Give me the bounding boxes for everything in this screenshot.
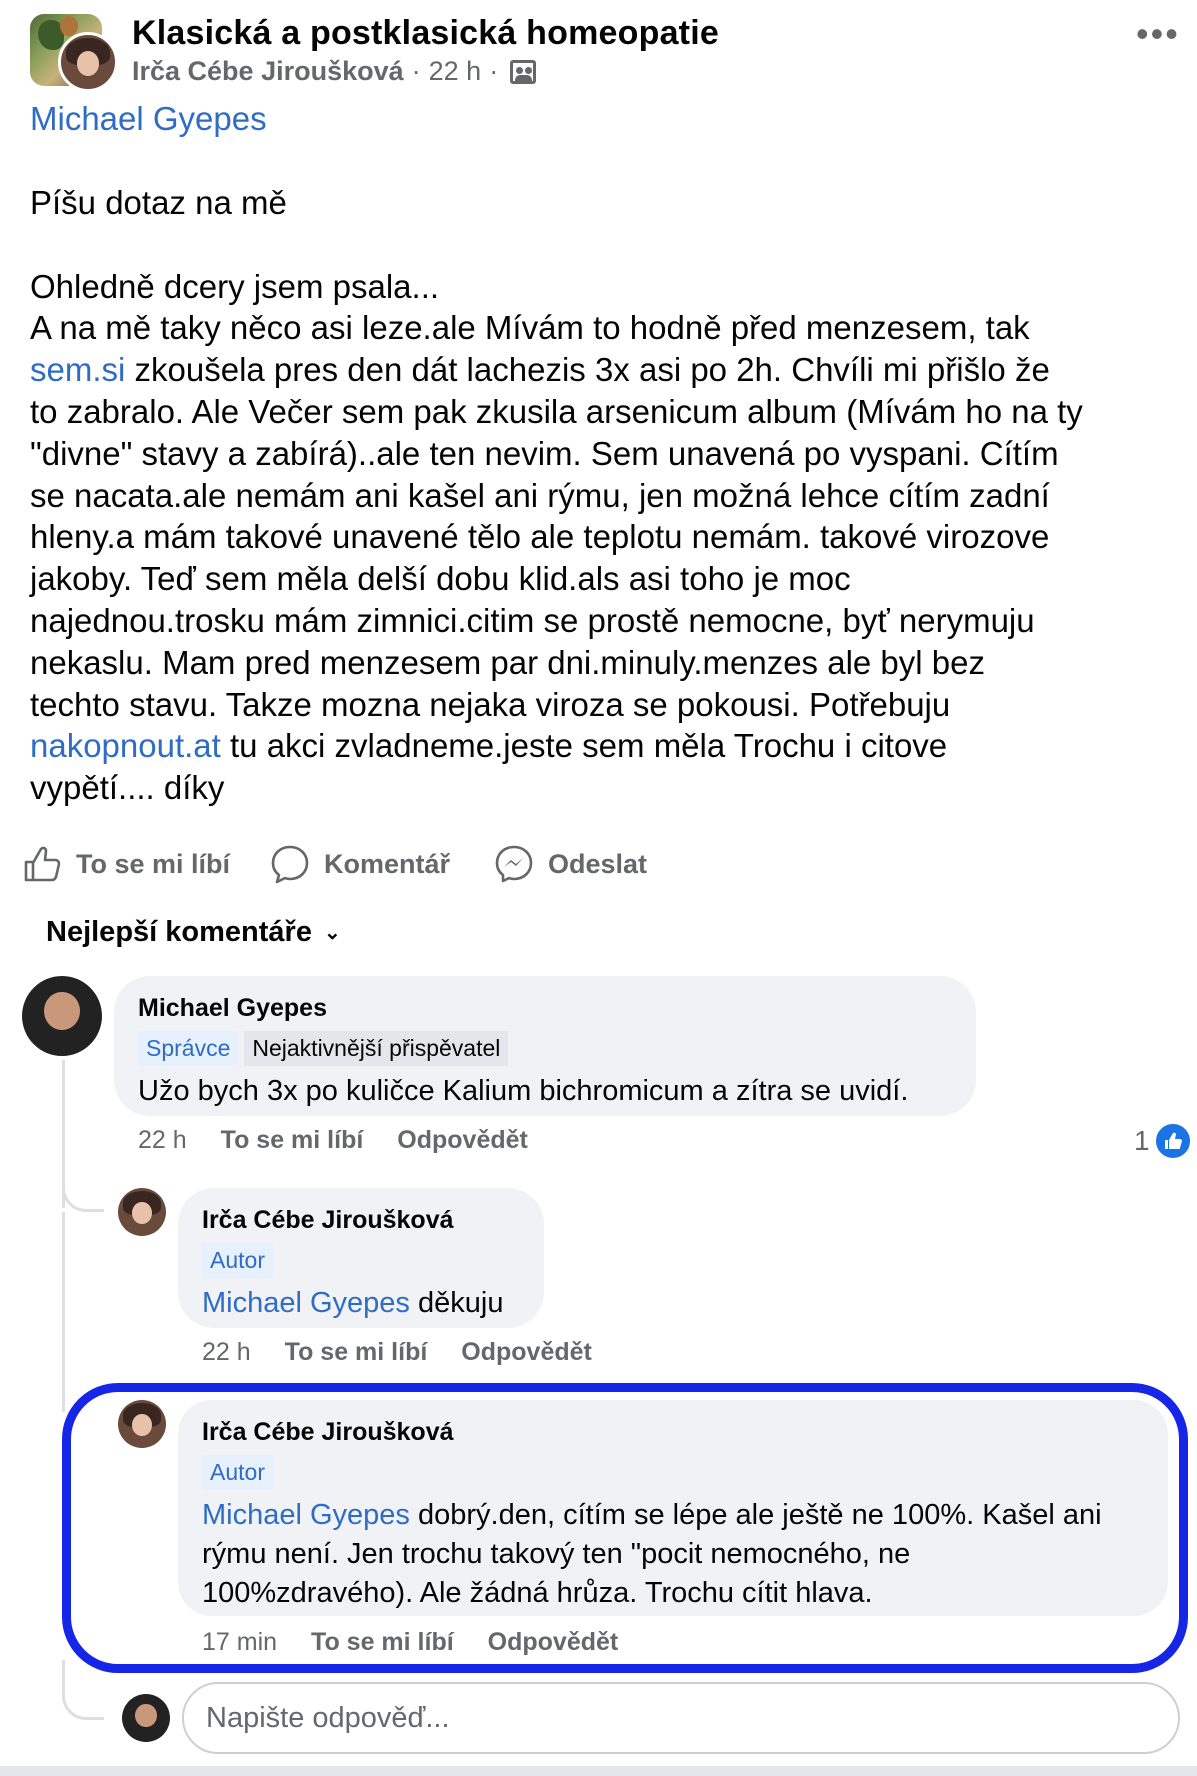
comment-mention[interactable]: Michael Gyepes (202, 1499, 410, 1531)
commenter-avatar[interactable] (118, 1188, 166, 1236)
reaction-count: 1 (1134, 1125, 1150, 1156)
post-text: techto stavu. Takze mozna nejaka viroza … (30, 685, 951, 723)
comments-filter-label: Nejlepší komentáře (46, 916, 312, 948)
messenger-icon (495, 845, 533, 883)
top-contributor-badge: Nejaktivnější přispěvatel (244, 1031, 509, 1066)
thread-connector (62, 1176, 104, 1212)
thumbs-up-icon (24, 846, 61, 882)
post-text-line: nekaslu. Mam pred menzesem par dni.minul… (30, 642, 1180, 684)
comment-like-button[interactable]: To se mi líbí (221, 1126, 364, 1155)
post-text-line: nakopnout.at tu akci zvladneme.jeste sem… (30, 725, 1180, 767)
comment-reply-button[interactable]: Odpovědět (461, 1338, 592, 1367)
commenter-avatar[interactable] (118, 1400, 166, 1448)
author-name[interactable]: Irča Cébe Jiroušková (132, 56, 404, 87)
comment-bubble: Irča Cébe Jiroušková Autor Michael Gyepe… (178, 1400, 1168, 1616)
post-text-line: jakoby. Teď sem měla delší dobu klid.als… (30, 558, 1180, 600)
admin-badge: Správce (138, 1031, 239, 1066)
post-text-line: Ohledně dcery jsem psala... (30, 266, 1180, 308)
post-text-line: Píšu dotaz na mě (30, 182, 1180, 224)
comment-bubble: Michael Gyepes Správce Nejaktivnější při… (114, 976, 976, 1116)
reply-input[interactable]: Napište odpověď... (182, 1682, 1180, 1754)
comment-text: Michael Gyepes děkuju (202, 1284, 520, 1323)
thread-line (62, 1212, 65, 1412)
post-time[interactable]: 22 h (429, 56, 482, 87)
comment-reply-button[interactable]: Odpovědět (488, 1628, 619, 1657)
post-text: A na mě taky něco asi leze.ale Mívám to … (30, 309, 1030, 347)
thread-connector (62, 1686, 104, 1720)
post-text: Ohledně dcery jsem psala... (30, 267, 440, 305)
post-text-line: sem.si zkoušela pres den dát lachezis 3x… (30, 349, 1180, 391)
chevron-down-icon: ⌄ (323, 922, 341, 944)
post-meta: Irča Cébe Jiroušková · 22 h · (132, 56, 537, 87)
group-audience-icon (510, 59, 537, 84)
like-label: To se mi líbí (76, 848, 231, 879)
post-text-line: hleny.a mám takové unavené tělo ale tepl… (30, 516, 1180, 558)
send-button[interactable]: Odeslat (494, 844, 647, 884)
post-text: tu akci zvladneme.jeste sem měla Trochu … (220, 727, 948, 765)
post-link[interactable]: sem.si (30, 351, 125, 388)
thread-line (62, 1660, 65, 1690)
group-title[interactable]: Klasická a postklasická homeopatie (132, 14, 719, 53)
reaction-summary[interactable]: 1 (1134, 1122, 1192, 1160)
comments-filter-dropdown[interactable]: Nejlepší komentáře ⌄ (46, 916, 341, 949)
comment-like-button[interactable]: To se mi líbí (285, 1338, 428, 1367)
comment-meta: 22 h To se mi líbí Odpovědět (138, 1126, 528, 1155)
comment-text-line: 100%zdravého). Ale žádná hrůza. Trochu c… (202, 1577, 873, 1609)
comment-reply-button[interactable]: Odpovědět (397, 1126, 528, 1155)
post-text-line (30, 224, 1180, 266)
post-text: se nacata.ale nemám ani kašel ani rýmu, … (30, 476, 1050, 514)
send-label: Odeslat (548, 848, 648, 879)
comment-time[interactable]: 22 h (138, 1126, 187, 1155)
post-text-line: "divne" stavy a zabírá)..ale ten nevim. … (30, 433, 1180, 475)
comment-time[interactable]: 17 min (202, 1628, 277, 1657)
commenter-name[interactable]: Irča Cébe Jiroušková (202, 1418, 1144, 1447)
post-link[interactable]: nakopnout.at (30, 727, 221, 764)
post-text-line: A na mě taky něco asi leze.ale Mívám to … (30, 307, 1180, 349)
comment-text: Užo bych 3x po kuličce Kalium bichromicu… (138, 1075, 909, 1107)
comment-label: Komentář (324, 848, 451, 879)
author-badge: Autor (202, 1455, 273, 1490)
current-user-avatar (122, 1694, 170, 1742)
post-text: hleny.a mám takové unavené tělo ale tepl… (30, 518, 1050, 556)
post-text-line: vypětí.... díky (30, 767, 1180, 809)
commenter-avatar[interactable] (22, 976, 102, 1056)
author-avatar[interactable] (58, 32, 118, 92)
meta-separator: · (411, 56, 421, 86)
comment-text-line: rýmu není. Jen trochu takový ten "pocit … (202, 1538, 911, 1570)
post-text: nekaslu. Mam pred menzesem par dni.minul… (30, 643, 985, 681)
post-text-line: se nacata.ale nemám ani kašel ani rýmu, … (30, 475, 1180, 517)
post-text: Píšu dotaz na mě (30, 184, 287, 221)
post-text: najednou.trosku mám zimnici.citim se pro… (30, 601, 1035, 639)
like-button[interactable]: To se mi líbí (22, 844, 230, 884)
comment-bubble: Irča Cébe Jiroušková Autor Michael Gyepe… (178, 1188, 544, 1328)
post-text-line: to zabralo. Ale Večer sem pak zkusila ar… (30, 391, 1180, 433)
comment-bubble-icon (271, 845, 309, 884)
more-options-icon[interactable]: ••• (1136, 16, 1180, 52)
comment-text-body: děkuju (409, 1287, 504, 1319)
author-badge: Autor (202, 1243, 273, 1278)
commenter-name[interactable]: Michael Gyepes (138, 994, 952, 1023)
comment-mention[interactable]: Michael Gyepes (202, 1287, 410, 1319)
meta-separator: · (489, 56, 499, 86)
comment-like-button[interactable]: To se mi líbí (311, 1628, 454, 1657)
comment-meta: 22 h To se mi líbí Odpovědět (202, 1338, 592, 1367)
post-text: zkoušela pres den dát lachezis 3x asi po… (125, 351, 1050, 389)
post-text: to zabralo. Ale Večer sem pak zkusila ar… (30, 392, 1083, 430)
bottom-divider (0, 1766, 1197, 1776)
commenter-name[interactable]: Irča Cébe Jiroušková (202, 1206, 520, 1235)
comment-text-line: dobrý.den, cítím se lépe ale ještě ne 10… (409, 1499, 1102, 1531)
post-text: vypětí.... díky (30, 769, 225, 807)
post-body: Píšu dotaz na mě Ohledně dcery jsem psala… (30, 182, 1180, 809)
post-text: jakoby. Teď sem měla delší dobu klid.als… (30, 560, 851, 598)
post-text-line: techto stavu. Takze mozna nejaka viroza … (30, 684, 1180, 726)
post-mention[interactable]: Michael Gyepes (30, 100, 267, 138)
comment-time[interactable]: 22 h (202, 1338, 251, 1367)
post-text: "divne" stavy a zabírá)..ale ten nevim. … (30, 434, 1059, 472)
like-reaction-icon (1153, 1122, 1192, 1160)
comment-text: Michael Gyepes dobrý.den, cítím se lépe … (202, 1496, 1144, 1613)
post-text-line: najednou.trosku mám zimnici.citim se pro… (30, 600, 1180, 642)
comment-button[interactable]: Komentář (270, 844, 450, 884)
comment-meta: 17 min To se mi líbí Odpovědět (202, 1628, 618, 1657)
